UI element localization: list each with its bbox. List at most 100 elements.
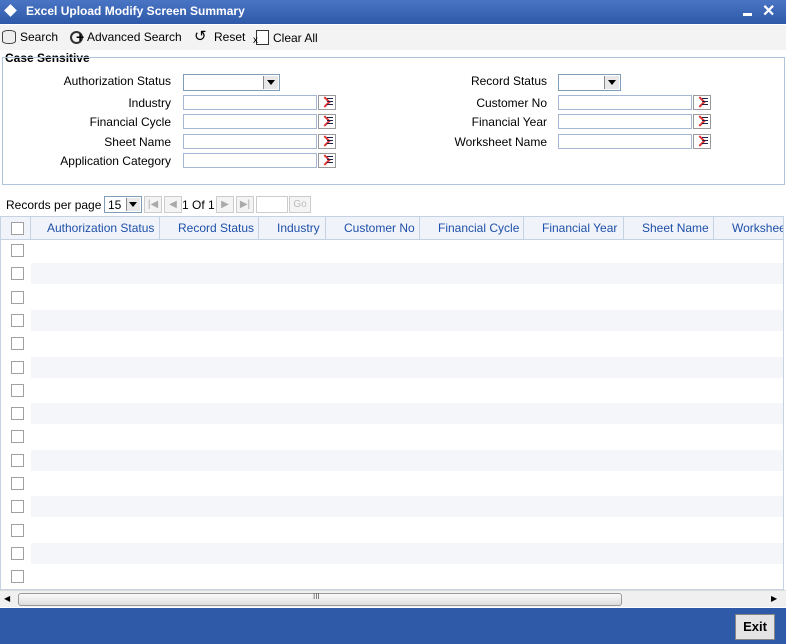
worksheet-name-label: Worksheet Name: [454, 135, 547, 149]
row-checkbox[interactable]: [11, 430, 24, 444]
table-row[interactable]: [31, 240, 783, 261]
row-checkbox[interactable]: [11, 244, 24, 257]
exit-button[interactable]: Exit: [735, 614, 775, 640]
row-checkbox[interactable]: [11, 383, 24, 397]
row-checkbox[interactable]: [11, 523, 24, 537]
financial-cycle-lov-icon[interactable]: [318, 114, 336, 129]
column-header-authorization-status[interactable]: Authorization Status: [47, 221, 154, 235]
first-page-icon[interactable]: |◀: [144, 196, 162, 213]
application-category-label: Application Category: [60, 154, 171, 168]
chevron-down-icon: [126, 198, 140, 211]
advanced-search-button[interactable]: Advanced Search: [70, 29, 182, 45]
row-checkbox[interactable]: [11, 407, 24, 421]
industry-lov-icon[interactable]: [318, 95, 336, 110]
clear-icon: [253, 30, 269, 46]
customer-no-label: Customer No: [476, 96, 547, 110]
table-row[interactable]: [31, 449, 783, 471]
row-checkbox[interactable]: [11, 546, 24, 560]
row-checkbox[interactable]: [11, 453, 24, 467]
column-separator: [325, 217, 326, 239]
table-row[interactable]: [31, 356, 783, 378]
sheet-name-field[interactable]: [183, 134, 317, 149]
table-row[interactable]: [31, 333, 783, 355]
worksheet-name-field[interactable]: [558, 134, 692, 149]
application-category-lov-icon[interactable]: [318, 153, 336, 168]
authorization-status-select[interactable]: [183, 74, 280, 91]
pagination-bar: Records per page 15 |◀ ◀ 1 Of 1 ▶ ▶| Go: [0, 192, 786, 216]
column-header-customer-no[interactable]: Customer No: [344, 221, 415, 235]
column-separator: [30, 217, 31, 239]
sheet-name-lov-icon[interactable]: [318, 134, 336, 149]
close-icon[interactable]: ✕: [762, 1, 775, 21]
reset-icon: [194, 27, 210, 45]
toolbar: Search Advanced Search Reset Clear All: [0, 25, 786, 50]
window-title: Excel Upload Modify Screen Summary: [26, 4, 245, 18]
row-checkbox[interactable]: [11, 477, 24, 490]
table-row[interactable]: [31, 496, 783, 518]
next-page-icon[interactable]: ▶: [216, 196, 234, 213]
table-row[interactable]: [31, 379, 783, 401]
database-icon: [2, 30, 16, 44]
table-row[interactable]: [31, 403, 783, 425]
previous-page-icon[interactable]: ◀: [164, 196, 182, 213]
search-button[interactable]: Search: [2, 30, 58, 44]
column-separator: [713, 217, 714, 239]
reset-button[interactable]: Reset: [194, 27, 246, 45]
column-separator: [419, 217, 420, 239]
row-checkbox[interactable]: [11, 313, 24, 327]
row-checkbox[interactable]: [11, 267, 24, 281]
column-header-financial-year[interactable]: Financial Year: [542, 221, 617, 235]
row-checkbox[interactable]: [11, 290, 24, 304]
goto-page-input[interactable]: [256, 196, 288, 213]
select-all-checkbox[interactable]: [11, 222, 24, 235]
customer-no-lov-icon[interactable]: [693, 95, 711, 110]
table-row[interactable]: [31, 542, 783, 564]
records-per-page-select[interactable]: 15: [104, 196, 142, 213]
clear-all-label: Clear All: [273, 30, 318, 45]
row-checkbox[interactable]: [11, 337, 24, 351]
column-header-financial-cycle[interactable]: Financial Cycle: [438, 221, 519, 235]
records-per-page-label: Records per page: [6, 198, 102, 212]
table-row[interactable]: [31, 426, 783, 448]
application-category-field[interactable]: [183, 153, 317, 168]
chevron-down-icon: [263, 76, 278, 89]
row-checkbox[interactable]: [11, 500, 24, 514]
page-indicator: 1 Of 1: [182, 198, 215, 212]
clear-all-button[interactable]: Clear All: [253, 30, 318, 46]
financial-cycle-field[interactable]: [183, 114, 317, 129]
horizontal-scrollbar[interactable]: ◀ III ▶: [0, 590, 786, 607]
record-status-select[interactable]: [558, 74, 621, 91]
table-row[interactable]: [31, 309, 783, 331]
grid-header: Authorization Status Record Status Indus…: [1, 217, 783, 240]
table-row[interactable]: [31, 519, 783, 541]
column-separator: [623, 217, 624, 239]
table-row[interactable]: [31, 286, 783, 308]
minimize-icon[interactable]: [742, 3, 754, 19]
worksheet-name-lov-icon[interactable]: [693, 134, 711, 149]
record-status-label: Record Status: [470, 74, 547, 88]
records-per-page-value: 15: [108, 198, 122, 212]
app-diamond-icon: [4, 4, 17, 17]
scroll-right-icon[interactable]: ▶: [771, 594, 777, 603]
customer-no-field[interactable]: [558, 95, 692, 110]
row-checkbox[interactable]: [11, 360, 24, 374]
search-label: Search: [20, 30, 59, 44]
scrollbar-thumb[interactable]: [18, 593, 622, 606]
column-separator: [159, 217, 160, 239]
scroll-left-icon[interactable]: ◀: [4, 594, 10, 603]
table-row[interactable]: [31, 263, 783, 285]
last-page-icon[interactable]: ▶|: [236, 196, 254, 213]
table-row[interactable]: [31, 566, 783, 588]
go-button[interactable]: Go: [289, 196, 311, 213]
table-row[interactable]: [31, 473, 783, 494]
reset-label: Reset: [214, 30, 246, 44]
industry-field[interactable]: [183, 95, 317, 110]
row-checkbox[interactable]: [11, 570, 24, 584]
financial-year-lov-icon[interactable]: [693, 114, 711, 129]
footer-bar: [0, 608, 786, 644]
column-header-industry[interactable]: Industry: [277, 221, 320, 235]
column-header-record-status[interactable]: Record Status: [178, 221, 254, 235]
financial-year-field[interactable]: [558, 114, 692, 129]
column-header-worksheet[interactable]: Worksheet: [732, 221, 783, 235]
column-header-sheet-name[interactable]: Sheet Name: [642, 221, 709, 235]
